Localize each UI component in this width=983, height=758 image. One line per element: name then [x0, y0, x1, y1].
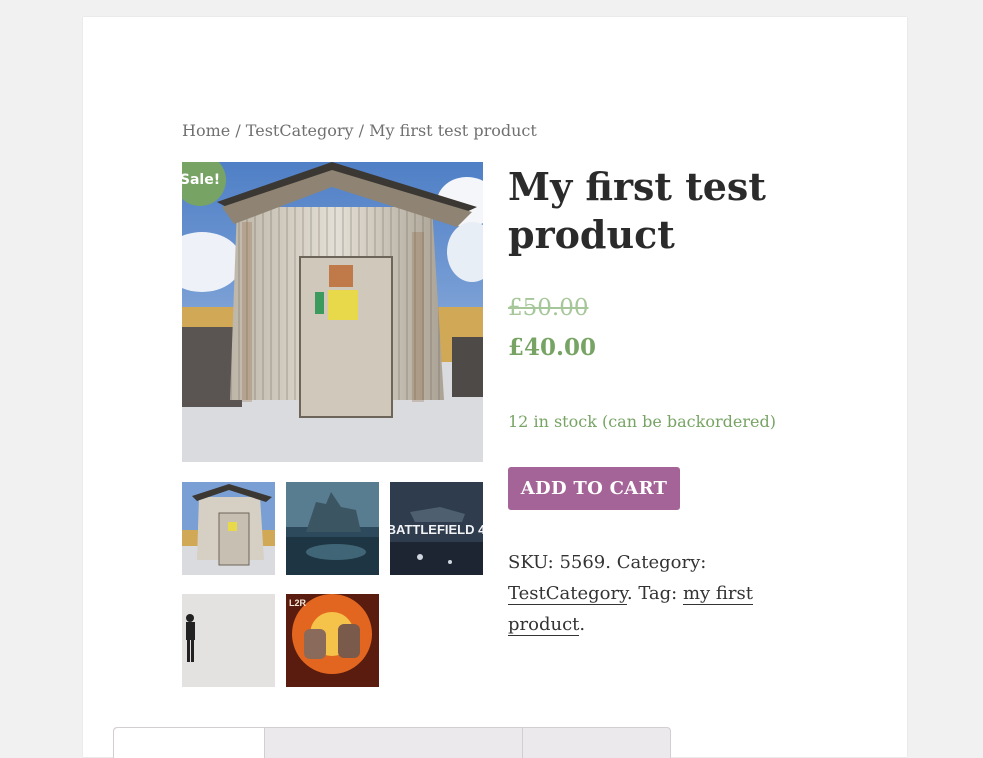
product-title: My first test product: [508, 164, 766, 257]
tab-description[interactable]: [114, 728, 265, 758]
category-link[interactable]: TestCategory: [508, 583, 627, 605]
stock-status: 12 in stock (can be backordered): [508, 412, 776, 431]
product-tabs: [113, 727, 671, 758]
product-gallery: Sale! BATTLEFIELD 4 L2R: [182, 162, 483, 687]
battlefield-title: BATTLEFIELD 4: [390, 522, 483, 537]
product-meta: SKU: 5569. Category: TestCategory. Tag: …: [508, 547, 798, 640]
thumbnail-figure[interactable]: [182, 594, 275, 687]
breadcrumb-separator: /: [353, 121, 370, 140]
l2r-label: L2R: [289, 598, 307, 608]
breadcrumb-home-link[interactable]: Home: [182, 121, 230, 140]
breadcrumb-separator: /: [230, 121, 246, 140]
breadcrumb: Home / TestCategory / My first test prod…: [182, 121, 537, 140]
meta-end: .: [579, 614, 586, 635]
thumbnail-ocean-city[interactable]: [286, 482, 379, 575]
sku-value: 5569: [559, 552, 606, 573]
regular-price: £50.00: [508, 295, 589, 321]
category-label: . Category:: [605, 552, 707, 573]
product-page: Home / TestCategory / My first test prod…: [83, 17, 907, 757]
main-product-image[interactable]: Sale!: [182, 162, 483, 462]
tab-divider: [522, 728, 523, 758]
tag-label: . Tag:: [626, 583, 683, 604]
thumbnail-l2r-robots[interactable]: L2R: [286, 594, 379, 687]
sale-price: £40.00: [508, 334, 597, 361]
add-to-cart-button[interactable]: ADD TO CART: [508, 467, 680, 510]
thumbnail-shed[interactable]: [182, 482, 275, 575]
breadcrumb-category-link[interactable]: TestCategory: [246, 121, 354, 140]
sku-label: SKU:: [508, 552, 560, 573]
breadcrumb-current: My first test product: [369, 121, 537, 140]
thumbnail-battlefield-4[interactable]: BATTLEFIELD 4: [390, 482, 483, 575]
